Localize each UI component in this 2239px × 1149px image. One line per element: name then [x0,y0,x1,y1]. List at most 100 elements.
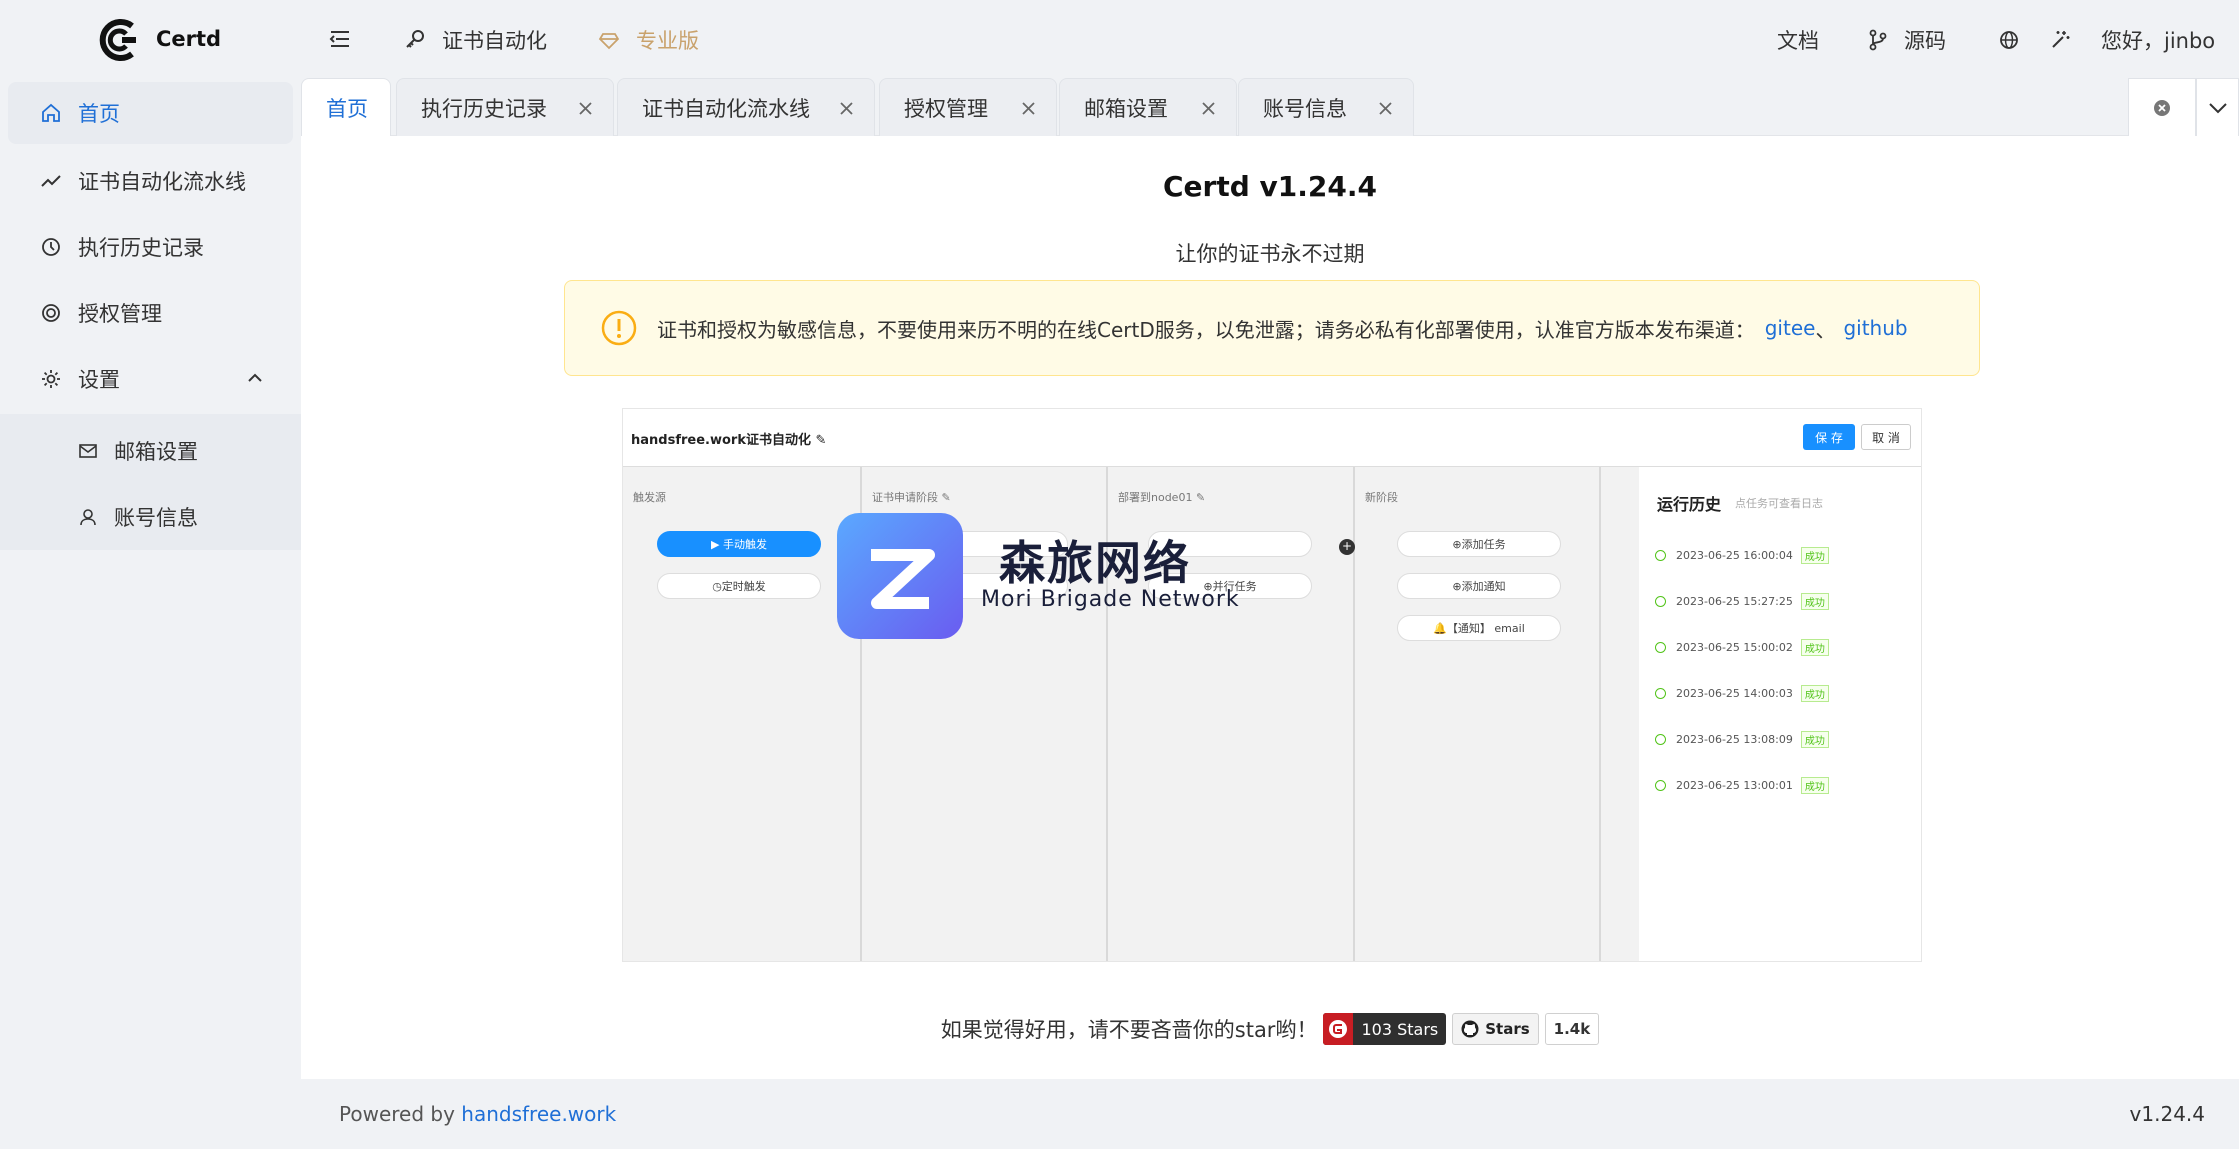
preview-manual-trigger[interactable]: ▶ 手动触发 [657,531,821,557]
nav-cert-automation-label: 证书自动化 [442,29,547,53]
tab-access[interactable]: 授权管理 [879,78,1057,136]
warning-alert: 证书和授权为敏感信息，不要使用来历不明的在线CertD服务，以免泄露；请务必私有… [564,280,1980,376]
nav-pro-edition-label: 专业版 [636,29,699,53]
user-icon [78,507,98,527]
tab-label: 首页 [326,96,368,121]
gitee-link[interactable]: gitee [1765,316,1816,340]
tab-home[interactable]: 首页 [301,78,391,136]
sidebar: 首页 证书自动化流水线 执行历史记录 授权管理 设置 邮箱设置 账号信息 [0,78,301,1149]
warning-icon [601,310,637,346]
github-link[interactable]: github [1843,316,1907,340]
source-label: 源码 [1904,29,1946,53]
star-text: 如果觉得好用，请不要吝啬你的star哟！ [940,1018,1318,1042]
watermark: 森旅网络 Mori Brigade Network [837,513,1397,643]
list-item[interactable]: 2023-06-25 15:00:02 成功 [1655,637,1829,657]
source-link[interactable]: 源码 [1868,23,1946,57]
check-circle-icon [1655,641,1666,653]
status-badge: 成功 [1800,730,1829,748]
docs-label: 文档 [1777,29,1819,53]
sidebar-item-history[interactable]: 执行历史记录 [8,216,293,278]
gitee-stars-badge[interactable]: 103 Stars [1323,1013,1447,1045]
alert-separator: 、 [1815,317,1836,342]
magic-wand-icon[interactable] [2049,23,2071,57]
page-title: Certd v1.24.4 [1163,170,1377,203]
sidebar-item-home[interactable]: 首页 [8,82,293,144]
status-badge: 成功 [1800,546,1829,564]
tab-label: 授权管理 [904,96,988,121]
sidebar-item-label: 执行历史记录 [78,236,204,260]
list-item[interactable]: 2023-06-25 15:27:25 成功 [1655,591,1829,611]
nav-pro-edition[interactable]: 专业版 [598,23,699,57]
user-greeting[interactable]: 您好，jinbo [2101,23,2215,57]
close-icon[interactable] [1021,101,1036,116]
preview-col-trigger: 触发源 ▶ 手动触发 ◷ 定时触发 + [623,467,862,961]
list-item[interactable]: 2023-06-25 14:00:03 成功 [1655,683,1829,703]
target-icon [40,302,62,324]
status-badge: 成功 [1800,684,1829,702]
sidebar-item-label: 证书自动化流水线 [78,170,246,194]
tab-label: 执行历史记录 [421,96,547,121]
gear-icon [40,368,62,390]
trend-icon [40,170,62,192]
github-stars-badge[interactable]: Stars [1452,1013,1539,1045]
docs-link[interactable]: 文档 [1777,23,1819,57]
close-icon[interactable] [1378,101,1393,116]
list-item[interactable]: 2023-06-25 16:00:04 成功 [1655,545,1829,565]
tabs-bar: 首页 执行历史记录 证书自动化流水线 授权管理 邮箱设置 账号信息 [301,78,2239,136]
list-item[interactable]: 2023-06-25 13:00:01 成功 [1655,775,1829,795]
tab-pipeline[interactable]: 证书自动化流水线 [617,78,875,136]
chevron-down-icon[interactable] [2196,78,2239,136]
sidebar-item-account[interactable]: 账号信息 [0,486,301,548]
sidebar-item-label: 授权管理 [78,302,162,326]
github-stars-count[interactable]: 1.4k [1544,1013,1600,1045]
close-icon[interactable] [839,101,854,116]
watermark-en: Mori Brigade Network [981,587,1240,612]
key-icon [404,29,426,51]
preview-col-label: 新阶段 [1365,491,1398,504]
sidebar-item-settings[interactable]: 设置 [8,348,293,410]
sidebar-item-pipeline[interactable]: 证书自动化流水线 [8,150,293,212]
history-icon [40,236,62,258]
main-content: Certd v1.24.4 让你的证书永不过期 证书和授权为敏感信息，不要使用来… [301,136,2239,1079]
brand-name[interactable]: Certd [156,27,221,51]
preview-save-button[interactable]: 保 存 [1803,424,1855,450]
nav-cert-automation[interactable]: 证书自动化 [404,23,547,57]
tab-label: 证书自动化流水线 [642,96,810,121]
preview-col-label: 证书申请阶段 ✎ [872,491,951,504]
page-subtitle: 让你的证书永不过期 [1175,242,1365,266]
tab-mail-settings[interactable]: 邮箱设置 [1059,78,1237,136]
sidebar-item-mail-settings[interactable]: 邮箱设置 [0,420,301,482]
branch-icon [1868,29,1888,51]
preview-title: handsfree.work证书自动化 ✎ [631,433,827,448]
sidebar-item-label: 账号信息 [114,506,198,530]
settings-submenu: 邮箱设置 账号信息 [0,414,301,550]
tab-history[interactable]: 执行历史记录 [396,78,614,136]
handsfree-link[interactable]: handsfree.work [461,1102,616,1126]
preview-add-notify[interactable]: ⊕ 添加通知 [1397,573,1561,599]
version-label: v1.24.4 [2129,1102,2205,1126]
preview-add-task[interactable]: ⊕ 添加任务 [1397,531,1561,557]
sidebar-item-access[interactable]: 授权管理 [8,282,293,344]
list-item[interactable]: 2023-06-25 13:08:09 成功 [1655,729,1829,749]
preview-header: handsfree.work证书自动化 ✎ 保 存 取 消 [623,409,1921,467]
mail-icon [78,441,98,461]
alert-text: 证书和授权为敏感信息，不要使用来历不明的在线CertD服务，以免泄露；请务必私有… [657,317,1755,342]
close-icon[interactable] [1201,101,1216,116]
close-all-tabs-icon[interactable] [2128,78,2196,136]
preview-run-history: 运行历史 点任务可查看日志 2023-06-25 16:00:04 成功 2023… [1639,467,1921,961]
close-icon[interactable] [578,101,593,116]
footer: Powered by handsfree.work v1.24.4 [301,1079,2239,1149]
preview-col-label: 部署到node01 ✎ [1118,491,1206,504]
certd-logo-icon[interactable] [96,18,140,62]
tab-label: 账号信息 [1263,96,1347,121]
sidebar-item-label: 首页 [78,102,120,126]
home-icon [40,102,62,124]
preview-timer-trigger[interactable]: ◷ 定时触发 [657,573,821,599]
github-icon [1461,1020,1479,1038]
menu-collapse-icon[interactable] [327,28,353,50]
preview-notify-email[interactable]: 🔔 【通知】 email [1397,615,1561,641]
preview-cancel-button[interactable]: 取 消 [1861,424,1911,450]
globe-icon[interactable] [1998,23,2020,57]
tab-account[interactable]: 账号信息 [1238,78,1414,136]
watermark-logo-icon [837,513,963,639]
